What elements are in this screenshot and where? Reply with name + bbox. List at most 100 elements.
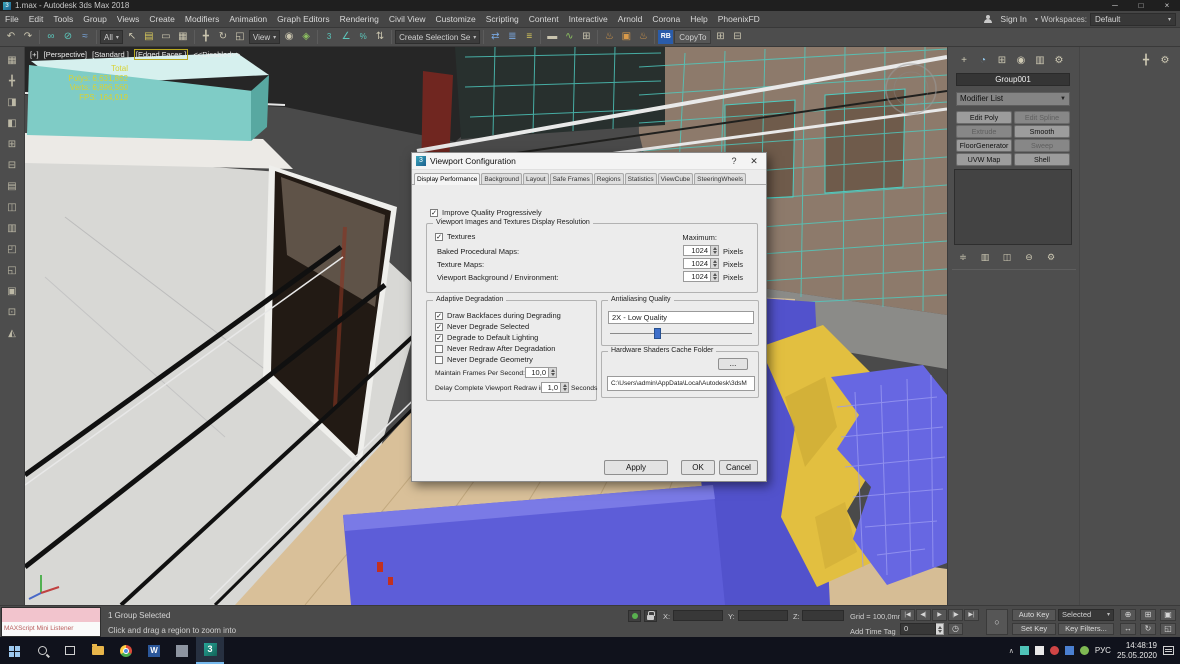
tray-icon[interactable] <box>1080 646 1089 655</box>
left-toolbar-icon[interactable]: ▦ <box>3 53 22 70</box>
curve-editor-button[interactable]: ∿ <box>561 29 577 45</box>
select-by-name-button[interactable]: ▤ <box>141 29 157 45</box>
background-env-spinner[interactable]: 1024 <box>683 271 719 282</box>
tab-layout[interactable]: Layout <box>523 173 549 184</box>
language-indicator[interactable]: РУС <box>1095 646 1111 655</box>
browse-cache-folder-button[interactable]: ... <box>718 358 748 370</box>
left-toolbar-icon[interactable]: ◰ <box>3 242 22 259</box>
tab-steeringwheels[interactable]: SteeringWheels <box>694 173 746 184</box>
never-degrade-geometry-checkbox[interactable] <box>435 356 443 364</box>
create-tab-icon[interactable]: + <box>956 54 972 69</box>
antialiasing-quality-field[interactable]: 2X - Low Quality <box>608 311 754 324</box>
angle-snap-toggle[interactable]: ∠ <box>338 29 354 45</box>
menu-arnold[interactable]: Arnold <box>613 11 648 28</box>
motion-tab-icon[interactable]: ◉ <box>1013 54 1029 69</box>
zoom-extents-button[interactable]: ▣ <box>1160 609 1176 621</box>
percent-snap-toggle[interactable]: % <box>355 29 371 45</box>
spinner-snap-toggle[interactable]: ⇅ <box>372 29 388 45</box>
ribbon-toggle-button[interactable]: ▬ <box>544 29 560 45</box>
viewport-pov-menu[interactable]: [Perspective] <box>44 50 87 59</box>
3dsmax-taskbar-button[interactable]: 3 <box>196 637 224 664</box>
close-button[interactable]: × <box>1154 0 1180 11</box>
maintain-fps-value[interactable]: 10,0 <box>525 367 549 378</box>
select-and-scale-button[interactable]: ◱ <box>232 29 248 45</box>
menu-help[interactable]: Help <box>685 11 712 28</box>
menu-content[interactable]: Content <box>524 11 564 28</box>
panel-extra-icon[interactable]: ╋ <box>1138 54 1154 69</box>
task-view-button[interactable] <box>56 637 84 664</box>
named-selection-set-dropdown[interactable]: Create Selection Se ▾ <box>395 30 480 44</box>
maximize-viewport-toggle[interactable]: ◱ <box>1160 623 1176 635</box>
copyto-button[interactable]: CopyTo <box>674 30 711 44</box>
baked-maps-value[interactable]: 1024 <box>683 245 711 256</box>
make-unique-button[interactable]: ◫ <box>1000 251 1014 264</box>
render-setup-button[interactable]: ♨ <box>601 29 617 45</box>
textures-checkbox[interactable]: ✓ <box>435 233 443 241</box>
left-toolbar-icon[interactable]: ◧ <box>3 116 22 133</box>
left-toolbar-icon[interactable]: ⊟ <box>3 158 22 175</box>
rectangular-region-button[interactable]: ▭ <box>158 29 174 45</box>
tray-chevron-icon[interactable]: ∧ <box>1009 647 1014 655</box>
orbit-button[interactable]: ↻ <box>1140 623 1156 635</box>
add-time-tag[interactable]: Add Time Tag <box>850 627 896 636</box>
key-selection-dropdown[interactable]: Selected ▾ <box>1058 609 1114 621</box>
listener-row[interactable]: MAXScript Mini Listener <box>2 622 100 636</box>
auto-key-toggle[interactable]: Auto Key <box>1012 609 1056 621</box>
display-tab-icon[interactable]: ▥ <box>1032 54 1048 69</box>
zoom-button[interactable]: ⊕ <box>1120 609 1136 621</box>
viewport-shading-menu[interactable]: [Standard ] <box>92 50 129 59</box>
tray-icon[interactable] <box>1035 646 1044 655</box>
key-filters-button[interactable]: Key Filters... <box>1058 623 1114 635</box>
use-center-button[interactable]: ◉ <box>281 29 297 45</box>
texture-maps-spinner[interactable]: 1024 <box>683 258 719 269</box>
set-keys-button[interactable]: ○ <box>986 609 1008 635</box>
left-toolbar-icon[interactable]: ◱ <box>3 263 22 280</box>
menu-rendering[interactable]: Rendering <box>335 11 384 28</box>
spinner-arrows-icon[interactable] <box>561 382 569 393</box>
frame-number-field[interactable]: 0 <box>900 623 944 635</box>
macro-recorder-row[interactable] <box>2 608 100 622</box>
menu-file[interactable]: File <box>0 11 24 28</box>
next-frame-button[interactable]: |▶ <box>948 609 963 621</box>
tab-regions[interactable]: Regions <box>594 173 624 184</box>
left-toolbar-icon[interactable]: ◭ <box>3 326 22 343</box>
menu-group[interactable]: Group <box>78 11 112 28</box>
time-configuration-button[interactable]: ◷ <box>948 623 963 635</box>
file-explorer-button[interactable] <box>84 637 112 664</box>
schematic-view-button[interactable]: ⊞ <box>578 29 594 45</box>
dialog-close-button[interactable]: ✕ <box>746 156 762 167</box>
pin-stack-button[interactable]: ≑ <box>956 251 970 264</box>
modifier-button-edit-poly[interactable]: Edit Poly <box>956 111 1012 124</box>
previous-frame-button[interactable]: ◀| <box>916 609 931 621</box>
render-production-button[interactable]: ♨ <box>635 29 651 45</box>
pan-button[interactable]: ↔ <box>1120 623 1136 635</box>
isolate-selection-toggle[interactable] <box>628 610 641 622</box>
taskbar-search-button[interactable] <box>28 637 56 664</box>
baked-maps-spinner[interactable]: 1024 <box>683 245 719 256</box>
menu-civil-view[interactable]: Civil View <box>384 11 431 28</box>
tab-safe-frames[interactable]: Safe Frames <box>550 173 593 184</box>
selection-lock-toggle[interactable] <box>644 610 657 622</box>
z-coord-field[interactable] <box>802 610 844 621</box>
chrome-button[interactable] <box>112 637 140 664</box>
select-and-manipulate-button[interactable]: ◈ <box>298 29 314 45</box>
bind-to-space-warp-button[interactable]: ≈ <box>77 29 93 45</box>
snap-toggle-3d-button[interactable]: 3 <box>321 29 337 45</box>
left-toolbar-icon[interactable]: ⊡ <box>3 305 22 322</box>
spinner-arrows-icon[interactable] <box>711 258 719 269</box>
start-button[interactable] <box>0 637 28 664</box>
antialiasing-slider-track[interactable] <box>610 333 752 334</box>
antialiasing-slider-handle[interactable] <box>654 328 661 339</box>
modify-tab-icon[interactable]: ◔ <box>975 54 991 69</box>
align-button[interactable]: ≣ <box>504 29 520 45</box>
sign-in-button[interactable]: Sign In <box>995 11 1031 28</box>
word-button[interactable]: W <box>140 637 168 664</box>
menu-corona[interactable]: Corona <box>647 11 685 28</box>
tray-icon[interactable] <box>1065 646 1074 655</box>
never-redraw-checkbox[interactable] <box>435 345 443 353</box>
spinner-arrows-icon[interactable] <box>549 367 557 378</box>
modifier-button-shell[interactable]: Shell <box>1014 153 1070 166</box>
array-button[interactable]: ⊞ <box>712 29 728 45</box>
menu-graph-editors[interactable]: Graph Editors <box>272 11 334 28</box>
delay-redraw-value[interactable]: 1,0 <box>541 382 561 393</box>
